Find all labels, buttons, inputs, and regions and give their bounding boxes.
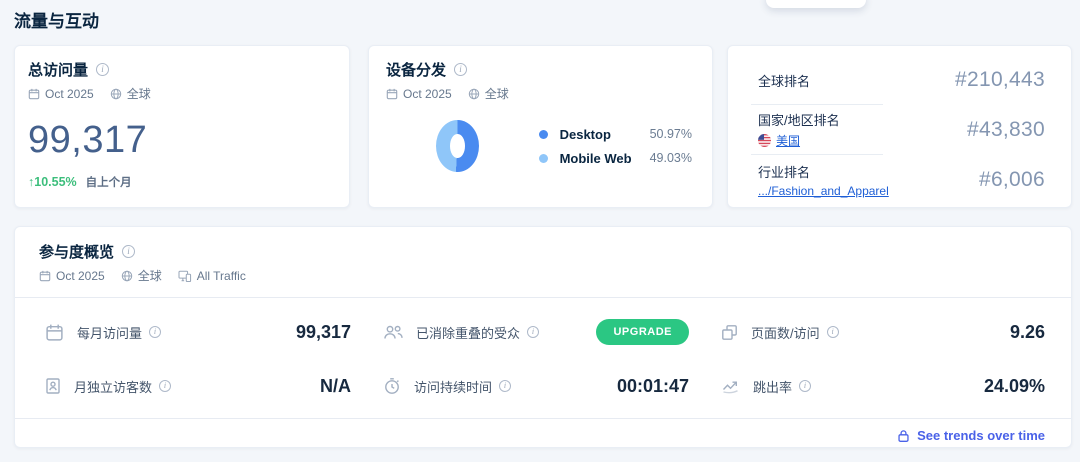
global-rank-label: 全球排名	[758, 73, 811, 89]
visitor-badge-icon	[45, 377, 61, 395]
calendar-icon	[28, 88, 40, 100]
partial-popup-button[interactable]	[766, 0, 866, 8]
rankings-card: 全球排名 #210,443 国家/地区排名 美国 #43,830 行业排名 ..…	[727, 45, 1072, 208]
stopwatch-icon	[383, 377, 401, 395]
us-flag-icon	[758, 134, 771, 147]
metric-visit-duration: 访问持续时间 00:01:47	[383, 372, 721, 400]
metric-deduplicated-audience: 已消除重叠的受众 UPGRADE	[383, 318, 721, 346]
monthly-visits-value: 99,317	[295, 321, 351, 342]
country-rank-label: 国家/地区排名	[758, 113, 840, 128]
period-label: Oct 2025	[403, 86, 452, 101]
info-icon[interactable]	[96, 63, 110, 76]
calendar-icon	[39, 270, 51, 282]
upgrade-button[interactable]: UPGRADE	[596, 319, 689, 345]
global-rank-value: #210,443	[955, 68, 1045, 91]
see-trends-link[interactable]: See trends over time	[897, 428, 1045, 443]
metric-pages-per-visit: 页面数/访问 9.26	[721, 318, 1059, 346]
info-icon[interactable]	[149, 326, 162, 338]
total-visits-title: 总访问量	[28, 62, 89, 79]
region-label: 全球	[137, 269, 162, 283]
audience-icon	[383, 324, 403, 341]
bounce-rate-value: 24.09%	[983, 375, 1045, 396]
industry-link[interactable]: .../Fashion_and_Apparel	[758, 184, 889, 198]
device-distribution-card: 设备分发 Oct 2025 全球 Desktop 50.97% Mobile W…	[368, 45, 713, 208]
metric-monthly-visits: 每月访问量 99,317	[45, 318, 383, 346]
metric-monthly-unique-visitors: 月独立访客数 N/A	[45, 372, 383, 400]
metrics-grid: 每月访问量 99,317 已消除重叠的受众 UPGRADE 页面数/访问 9.2…	[15, 298, 1071, 418]
globe-icon	[121, 270, 133, 282]
change-period-label: 自上个月	[85, 177, 132, 189]
country-link[interactable]: 美国	[758, 132, 840, 149]
period-label: Oct 2025	[45, 86, 94, 101]
info-icon[interactable]	[527, 326, 540, 338]
visit-duration-value: 00:01:47	[616, 375, 689, 396]
pages-icon	[721, 324, 738, 341]
legend-item-mobile: Mobile Web 49.03%	[538, 151, 692, 166]
bounce-rate-icon	[721, 378, 740, 394]
info-icon[interactable]	[826, 326, 839, 338]
info-icon[interactable]	[159, 380, 172, 392]
industry-rank-value: #6,006	[978, 167, 1045, 191]
industry-rank-row: 行业排名 .../Fashion_and_Apparel #6,006	[728, 155, 1071, 204]
pages-per-visit-value: 9.26	[1009, 321, 1045, 342]
traffic-filter-label: All Traffic	[196, 268, 246, 283]
region-label: 全球	[484, 87, 509, 101]
globe-icon	[468, 88, 480, 100]
calendar-icon	[386, 88, 398, 100]
global-rank-row: 全球排名 #210,443	[728, 56, 1071, 104]
device-donut	[436, 120, 479, 172]
info-icon[interactable]	[122, 245, 136, 258]
country-rank-value: #43,830	[966, 117, 1045, 141]
monthly-unique-visitors-value: N/A	[320, 375, 351, 396]
metric-bounce-rate: 跳出率 24.09%	[721, 372, 1059, 400]
device-distribution-title: 设备分发	[386, 62, 447, 79]
industry-rank-label: 行业排名	[758, 164, 811, 180]
device-legend: Desktop 50.97% Mobile Web 49.03%	[538, 127, 692, 166]
desktop-dot-icon	[538, 129, 548, 139]
engagement-overview-card: 参与度概览 Oct 2025 全球 All Traffic	[14, 226, 1072, 448]
info-icon[interactable]	[454, 63, 468, 76]
info-icon[interactable]	[499, 380, 512, 392]
page-title: 流量与互动	[14, 12, 99, 31]
info-icon[interactable]	[799, 380, 812, 392]
devices-icon	[178, 270, 192, 282]
change-percent: ↑10.55%	[28, 175, 77, 189]
globe-icon	[110, 88, 122, 100]
region-label: 全球	[126, 87, 151, 101]
total-visits-card: 总访问量 Oct 2025 全球 99,317 ↑10.55% 自上个月	[14, 45, 350, 208]
lock-icon	[897, 429, 910, 443]
period-label: Oct 2025	[56, 268, 105, 283]
country-rank-row: 国家/地区排名 美国 #43,830	[728, 105, 1071, 154]
calendar-icon	[45, 323, 64, 342]
engagement-title: 参与度概览	[39, 244, 115, 261]
total-visits-value: 99,317	[28, 119, 148, 161]
legend-item-desktop: Desktop 50.97%	[538, 127, 692, 142]
mobile-dot-icon	[538, 153, 548, 163]
